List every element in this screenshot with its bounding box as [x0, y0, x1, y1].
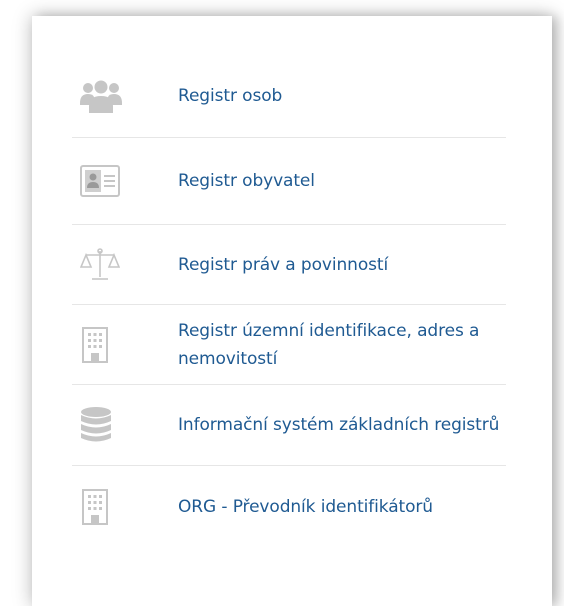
- menu-item-label: Informační systém základních registrů: [178, 415, 500, 435]
- menu-item-registr-uzemni-identifikace[interactable]: Registr územní identifikace, adres a nem…: [72, 305, 506, 385]
- menu-item-org-prevodnik[interactable]: ORG - Převodník identifikátorů: [72, 466, 506, 548]
- id-card-icon: [72, 165, 178, 197]
- building-icon: [72, 326, 178, 363]
- building-icon: [72, 489, 178, 525]
- menu-item-label: Registr obyvatel: [178, 171, 315, 191]
- scales-icon: [72, 247, 178, 283]
- menu-item-label: Registr osob: [178, 85, 283, 106]
- registers-list: Registr osob Registr obyvatel Registr pr…: [72, 54, 506, 548]
- menu-item-registr-prav[interactable]: Registr práv a povinností: [72, 225, 506, 305]
- menu-item-label: ORG - Převodník identifikátorů: [178, 497, 433, 517]
- registers-card: Registr osob Registr obyvatel Registr pr…: [32, 16, 552, 606]
- people-group-icon: [72, 79, 178, 113]
- menu-item-label: Registr územní identifikace, adres a nem…: [178, 320, 480, 369]
- menu-item-label: Registr práv a povinností: [178, 254, 389, 275]
- menu-item-registr-osob[interactable]: Registr osob: [72, 54, 506, 138]
- menu-item-registr-obyvatel[interactable]: Registr obyvatel: [72, 138, 506, 225]
- database-icon: [72, 406, 178, 444]
- menu-item-isz[interactable]: Informační systém základních registrů: [72, 385, 506, 466]
